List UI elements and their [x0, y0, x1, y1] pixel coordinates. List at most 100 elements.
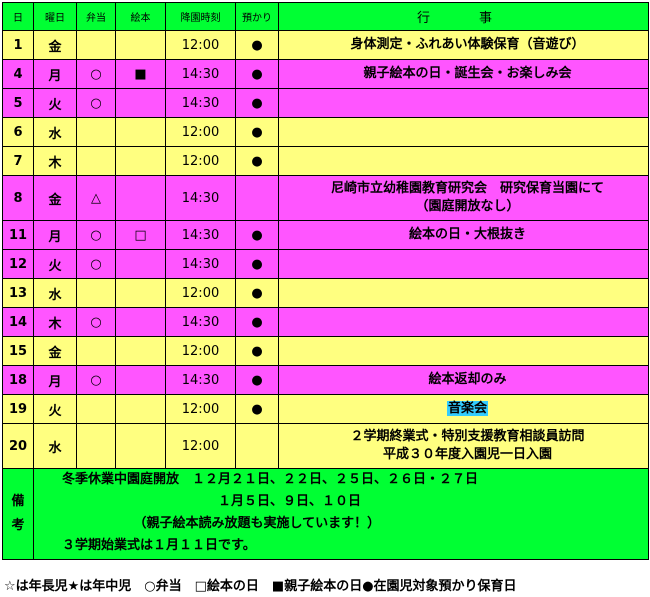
- cell-childcare: ●: [235, 249, 279, 279]
- cell-date: 1: [2, 30, 34, 60]
- cell-dismissal-time: 14:30: [165, 307, 236, 337]
- event-line: 平成３０年度入園児一日入園: [382, 447, 552, 462]
- cell-events: 音楽会: [278, 394, 649, 424]
- cell-events: [278, 88, 649, 118]
- header-date: 日: [2, 2, 34, 31]
- cell-picture-book: □: [115, 220, 166, 250]
- cell-dismissal-time: 12:00: [165, 117, 236, 147]
- event-line: 音楽会: [287, 400, 648, 418]
- cell-events: 尼崎市立幼稚園教育研究会 研究保育当園にて （園庭開放なし）: [278, 175, 649, 221]
- cell-childcare: ●: [235, 365, 279, 395]
- remarks-line: ３学期始業式は１月１１日です。: [62, 538, 256, 553]
- remarks-body: 冬季休業中園庭開放 １２月２１日、２２日、２５日、２６日・２７日 １月５日、９日…: [33, 468, 649, 560]
- cell-childcare: ●: [235, 220, 279, 250]
- cell-events: 親子絵本の日・誕生会・お楽しみ会: [278, 59, 649, 89]
- event-line: （園庭開放なし）: [415, 199, 520, 214]
- cell-events: ２学期終業式・特別支援教育相談員訪問 平成３０年度入園児一日入園: [278, 423, 649, 469]
- table-row: 6 水 12:00 ●: [2, 117, 649, 147]
- event-line: 絵本の日・大根抜き: [408, 227, 526, 242]
- header-weekday: 曜日: [33, 2, 77, 31]
- table-row: 19 火 12:00 ● 音楽会: [2, 394, 649, 424]
- table-row: 13 水 12:00 ●: [2, 278, 649, 308]
- cell-events: 絵本返却のみ: [278, 365, 649, 395]
- legend: ☆は年長児★は年中児 ○弁当 □絵本の日 ■親子絵本の日●在園児対象預かり保育日: [4, 579, 517, 594]
- cell-childcare: ●: [235, 336, 279, 366]
- cell-lunch: [76, 423, 116, 469]
- header-lunch: 弁当: [76, 2, 116, 31]
- cell-picture-book: [115, 394, 166, 424]
- cell-weekday: 水: [33, 117, 77, 147]
- cell-weekday: 金: [33, 175, 77, 221]
- table-row: 8 金 △ 14:30 尼崎市立幼稚園教育研究会 研究保育当園にて （園庭開放なし）: [2, 175, 649, 221]
- cell-picture-book: [115, 117, 166, 147]
- cell-weekday: 水: [33, 423, 77, 469]
- cell-date: 20: [2, 423, 34, 469]
- cell-picture-book: ■: [115, 59, 166, 89]
- table-row: 5 火 ○ 14:30 ●: [2, 88, 649, 118]
- cell-picture-book: [115, 30, 166, 60]
- cell-lunch: △: [76, 175, 116, 221]
- cell-childcare: ●: [235, 394, 279, 424]
- cell-weekday: 火: [33, 249, 77, 279]
- cell-lunch: [76, 336, 116, 366]
- header-events: 行 事: [278, 2, 649, 31]
- cell-childcare: ●: [235, 307, 279, 337]
- cell-date: 12: [2, 249, 34, 279]
- cell-lunch: ○: [76, 249, 116, 279]
- cell-weekday: 金: [33, 336, 77, 366]
- cell-date: 18: [2, 365, 34, 395]
- remarks-row: 備考 冬季休業中園庭開放 １２月２１日、２２日、２５日、２６日・２７日 １月５日…: [2, 468, 649, 560]
- table-row: 18 月 ○ 14:30 ● 絵本返却のみ: [2, 365, 649, 395]
- cell-dismissal-time: 12:00: [165, 336, 236, 366]
- event-line: 親子絵本の日・誕生会・お楽しみ会: [363, 66, 572, 81]
- cell-events: 身体測定・ふれあい体験保育（音遊び）: [278, 30, 649, 60]
- event-line: ２学期終業式・特別支援教育相談員訪問: [350, 429, 585, 444]
- remarks-label-text: 備考: [11, 494, 25, 533]
- cell-lunch: ○: [76, 59, 116, 89]
- cell-lunch: ○: [76, 307, 116, 337]
- cell-events: [278, 336, 649, 366]
- cell-childcare: ●: [235, 117, 279, 147]
- cell-childcare: ●: [235, 30, 279, 60]
- remarks-line: 冬季休業中園庭開放 １２月２１日、２２日、２５日、２６日・２７日: [62, 472, 479, 487]
- cell-dismissal-time: 14:30: [165, 59, 236, 89]
- schedule-body: 1 金 12:00 ● 身体測定・ふれあい体験保育（音遊び） 4 月 ○ ■ 14:30 ● 親子絵本…: [2, 30, 649, 469]
- event-line: 尼崎市立幼稚園教育研究会 研究保育当園にて: [330, 181, 604, 196]
- cell-date: 6: [2, 117, 34, 147]
- cell-childcare: ●: [235, 146, 279, 176]
- cell-childcare: ●: [235, 278, 279, 308]
- cell-weekday: 木: [33, 146, 77, 176]
- cell-date: 14: [2, 307, 34, 337]
- event-highlight: 音楽会: [446, 401, 488, 416]
- header-row: 日 曜日 弁当 絵本 降園時刻 預かり 行 事: [2, 2, 649, 31]
- header-childcare: 預かり: [235, 2, 279, 31]
- cell-weekday: 水: [33, 278, 77, 308]
- cell-lunch: ○: [76, 365, 116, 395]
- remarks-line: １月５日、９日、１０日: [62, 494, 362, 509]
- cell-lunch: [76, 394, 116, 424]
- schedule-table: 日 曜日 弁当 絵本 降園時刻 預かり 行 事 1 金 12:00 ● 身体測定・ふれあ…: [2, 2, 649, 560]
- header-picture-book: 絵本: [115, 2, 166, 31]
- table-row: 20 水 12:00 ２学期終業式・特別支援教育相談員訪問 平成３０年度入園児一日入園: [2, 423, 649, 469]
- cell-lunch: ○: [76, 88, 116, 118]
- table-row: 15 金 12:00 ●: [2, 336, 649, 366]
- cell-events: [278, 307, 649, 337]
- cell-weekday: 金: [33, 30, 77, 60]
- header-dismissal-time: 降園時刻: [165, 2, 236, 31]
- cell-picture-book: [115, 365, 166, 395]
- cell-dismissal-time: 12:00: [165, 394, 236, 424]
- cell-picture-book: [115, 307, 166, 337]
- cell-date: 7: [2, 146, 34, 176]
- table-row: 7 木 12:00 ●: [2, 146, 649, 176]
- cell-picture-book: [115, 423, 166, 469]
- cell-lunch: [76, 117, 116, 147]
- cell-dismissal-time: 12:00: [165, 278, 236, 308]
- cell-date: 13: [2, 278, 34, 308]
- remarks-line: （親子絵本読み放題も実施しています！）: [62, 516, 381, 531]
- table-row: 11 月 ○ □ 14:30 ● 絵本の日・大根抜き: [2, 220, 649, 250]
- cell-events: [278, 249, 649, 279]
- cell-date: 4: [2, 59, 34, 89]
- cell-date: 5: [2, 88, 34, 118]
- remarks-label: 備考: [2, 468, 34, 560]
- cell-picture-book: [115, 146, 166, 176]
